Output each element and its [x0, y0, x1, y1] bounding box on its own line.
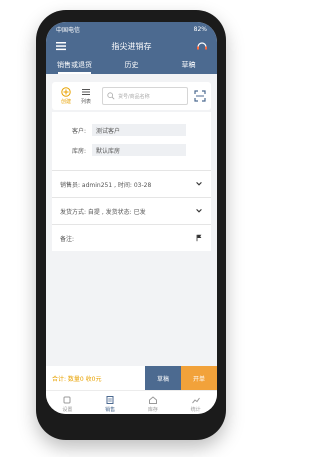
warehouse-field[interactable]: 默认库房	[92, 144, 186, 156]
nav-sales[interactable]: 销售	[89, 391, 132, 414]
remark-label: 备注:	[60, 235, 75, 243]
search-placeholder: 货号/商品名称	[118, 93, 150, 100]
warehouse-label: 库房:	[71, 147, 86, 155]
nav-inventory[interactable]: 库存	[132, 391, 175, 414]
app-screen: 中国电信 82% 指尖进销存 销售或退货 历史 草稿 创建 列表 货号/商品名称…	[46, 22, 217, 414]
salesperson-text: 销售员: admin251 , 时间: 03-28	[60, 181, 152, 189]
remark-row[interactable]: 备注:	[52, 225, 211, 251]
order-form: 客户: 测试客户 库房: 默认库房 销售员: admin251 , 时间: 03…	[52, 112, 211, 251]
total-summary: 合计: 数量0 收0元	[52, 375, 102, 383]
toolbar: 创建 列表 货号/商品名称	[52, 82, 211, 110]
shipping-text: 发货方式: 自提 , 发货状态: 已发	[60, 208, 146, 216]
bottom-nav: 设置 销售 库存 统计	[46, 390, 217, 414]
headset-icon[interactable]	[195, 39, 209, 53]
nav-sales-label: 销售	[105, 407, 116, 413]
action-bar: 合计: 数量0 收0元 草稿 开单	[46, 366, 217, 390]
nav-stats-label: 统计	[190, 407, 201, 413]
customer-row: 客户: 测试客户	[52, 120, 211, 140]
menu-icon[interactable]	[54, 39, 68, 53]
customer-field[interactable]: 测试客户	[92, 124, 186, 136]
list-icon	[82, 89, 90, 95]
scan-icon[interactable]	[193, 89, 207, 103]
flag-icon[interactable]	[195, 234, 203, 242]
settings-icon	[63, 396, 71, 404]
search-icon	[107, 92, 115, 100]
customer-label: 客户:	[71, 127, 86, 135]
list-button[interactable]: 列表	[76, 87, 96, 105]
search-input[interactable]: 货号/商品名称	[102, 87, 188, 105]
status-bar: 中国电信 82%	[46, 22, 217, 36]
warehouse-row: 库房: 默认库房	[52, 140, 211, 160]
app-title: 指尖进销存	[111, 41, 152, 51]
carrier: 中国电信	[56, 26, 81, 34]
sales-icon	[106, 396, 114, 404]
tab-sales[interactable]: 销售或退货	[46, 60, 103, 74]
nav-stats[interactable]: 统计	[174, 391, 217, 414]
create-order-button[interactable]: 开单	[181, 366, 217, 390]
create-label: 创建	[60, 99, 71, 105]
plus-icon	[61, 87, 71, 97]
nav-settings-label: 设置	[62, 407, 73, 413]
battery: 82%	[193, 25, 207, 33]
chevron-down-icon	[196, 209, 202, 213]
draft-button[interactable]: 草稿	[145, 366, 181, 390]
salesperson-row[interactable]: 销售员: admin251 , 时间: 03-28	[52, 171, 211, 197]
create-button[interactable]: 创建	[56, 87, 76, 105]
nav-settings[interactable]: 设置	[46, 391, 89, 414]
tab-drafts[interactable]: 草稿	[160, 60, 217, 74]
title-bar: 指尖进销存	[46, 36, 217, 56]
nav-inventory-label: 库存	[147, 407, 158, 413]
chart-icon	[191, 397, 200, 404]
home-icon	[148, 396, 157, 404]
chevron-down-icon	[196, 182, 202, 186]
tab-bar: 销售或退货 历史 草稿	[46, 56, 217, 74]
shipping-row[interactable]: 发货方式: 自提 , 发货状态: 已发	[52, 198, 211, 224]
tab-history[interactable]: 历史	[103, 60, 160, 74]
list-label: 列表	[80, 99, 91, 105]
